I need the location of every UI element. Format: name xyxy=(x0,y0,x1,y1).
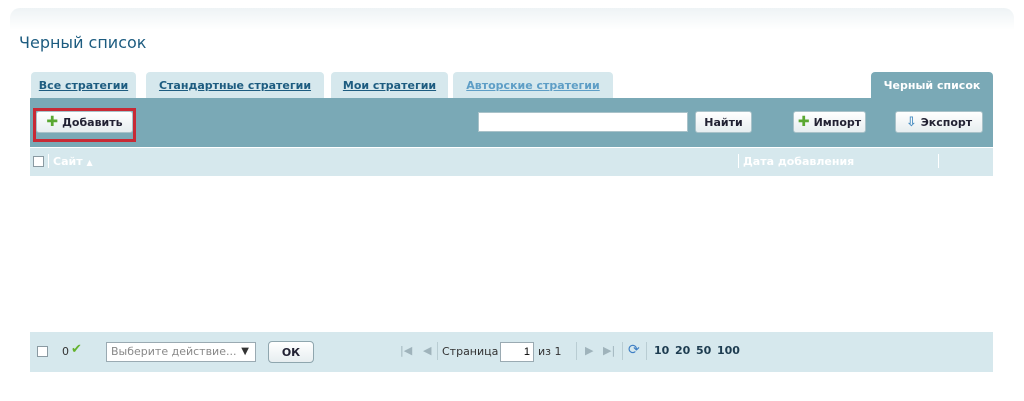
next-page-icon[interactable]: ▶ xyxy=(585,344,593,357)
page-size-20[interactable]: 20 xyxy=(675,344,690,357)
grid-footer: 0 ✔ Выберите действие... ▼ ОК |◀ ◀ Стран… xyxy=(30,332,993,372)
page-title: Черный список xyxy=(19,33,147,52)
find-button[interactable]: Найти xyxy=(695,111,752,133)
import-button-label: Импорт xyxy=(813,115,862,129)
export-button-label: Экспорт xyxy=(920,115,973,129)
column-separator xyxy=(738,154,739,168)
footer-select-checkbox[interactable] xyxy=(37,346,48,357)
export-button[interactable]: ⇩ Экспорт xyxy=(895,111,983,133)
column-separator xyxy=(938,154,939,168)
download-icon: ⇩ xyxy=(905,114,917,130)
add-button-highlight xyxy=(33,108,136,142)
pager-separator xyxy=(622,342,623,360)
tab-standard-strategies[interactable]: Стандартные стратегии xyxy=(146,72,324,98)
sort-asc-icon: ▲ xyxy=(86,158,93,167)
last-page-icon[interactable]: ▶| xyxy=(603,344,615,357)
page-number-input[interactable] xyxy=(500,342,534,362)
page-size-100[interactable]: 100 xyxy=(717,344,740,357)
chevron-down-icon: ▼ xyxy=(241,346,249,357)
first-page-icon[interactable]: |◀ xyxy=(400,344,412,357)
column-separator xyxy=(48,154,49,168)
selected-count: 0 xyxy=(62,345,69,358)
page-size-10[interactable]: 10 xyxy=(654,344,669,357)
action-select[interactable]: Выберите действие... ▼ xyxy=(106,342,256,362)
page-size-50[interactable]: 50 xyxy=(696,344,711,357)
page-total-label: из 1 xyxy=(538,345,562,358)
prev-page-icon[interactable]: ◀ xyxy=(423,344,431,357)
import-button[interactable]: ✚ Импорт xyxy=(793,111,866,133)
page-label: Страница xyxy=(442,345,499,358)
search-input[interactable] xyxy=(478,112,688,132)
refresh-icon[interactable]: ⟳ xyxy=(628,342,640,358)
pager-separator xyxy=(437,342,438,360)
select-all-checkbox[interactable] xyxy=(33,156,44,167)
find-button-label: Найти xyxy=(704,115,743,129)
tab-author-strategies[interactable]: Авторские стратегии xyxy=(453,72,613,98)
action-select-value: Выберите действие... xyxy=(111,345,237,358)
column-header-site[interactable]: Сайт ▲ xyxy=(53,155,93,168)
panel-top-gradient xyxy=(10,8,1014,30)
column-header-date-added[interactable]: Дата добавления xyxy=(743,155,854,168)
ok-button[interactable]: ОК xyxy=(268,341,314,363)
checkmark-icon: ✔ xyxy=(71,342,82,357)
tab-all-strategies[interactable]: Все стратегии xyxy=(31,72,136,98)
tab-blacklist[interactable]: Черный список xyxy=(871,72,993,98)
ok-button-label: ОК xyxy=(281,345,301,359)
tab-my-strategies[interactable]: Мои стратегии xyxy=(331,72,448,98)
grid-header: Сайт ▲ Дата добавления xyxy=(30,148,993,176)
plus-icon: ✚ xyxy=(797,114,810,130)
column-site-label: Сайт xyxy=(53,155,83,168)
pager-separator xyxy=(646,342,647,360)
blacklist-panel: Черный список Все стратегии Стандартные … xyxy=(10,8,1014,393)
pager-separator xyxy=(576,342,577,360)
